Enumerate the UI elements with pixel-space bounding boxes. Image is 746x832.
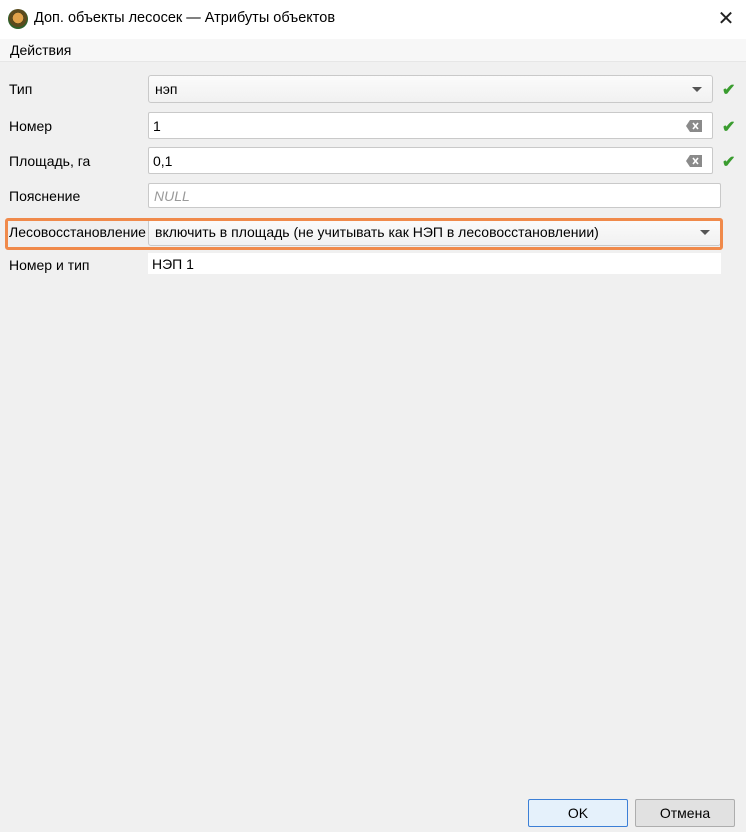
number-label: Номер bbox=[9, 118, 53, 134]
valid-check-icon: ✔ bbox=[722, 119, 736, 136]
note-label: Пояснение bbox=[9, 188, 81, 204]
valid-check-icon: ✔ bbox=[722, 154, 736, 171]
area-value: 0,1 bbox=[153, 153, 173, 169]
number-type-label: Номер и тип bbox=[9, 257, 90, 273]
menu-bar: Действия bbox=[0, 39, 746, 62]
number-type-field: НЭП 1 bbox=[148, 253, 721, 274]
cancel-button[interactable]: Отмена bbox=[635, 799, 735, 827]
note-field[interactable]: NULL bbox=[148, 183, 721, 208]
highlight-frame bbox=[5, 218, 723, 250]
clear-icon[interactable] bbox=[686, 155, 702, 167]
title-bar: Доп. объекты лесосек — Атрибуты объектов… bbox=[0, 0, 746, 39]
area-label: Площадь, га bbox=[9, 153, 91, 169]
note-placeholder: NULL bbox=[154, 188, 190, 204]
type-value: нэп bbox=[155, 81, 178, 97]
valid-check-icon: ✔ bbox=[722, 82, 736, 99]
number-field[interactable]: 1 bbox=[148, 112, 713, 139]
clear-icon[interactable] bbox=[686, 120, 702, 132]
menu-actions[interactable]: Действия bbox=[10, 42, 71, 58]
window-title: Доп. объекты лесосек — Атрибуты объектов bbox=[34, 10, 336, 26]
app-logo-icon bbox=[8, 9, 28, 29]
chevron-down-icon bbox=[692, 87, 702, 92]
type-label: Тип bbox=[9, 81, 33, 97]
close-icon[interactable]: ✕ bbox=[712, 5, 740, 33]
area-field[interactable]: 0,1 bbox=[148, 147, 713, 174]
number-value: 1 bbox=[153, 118, 161, 134]
number-type-value: НЭП 1 bbox=[152, 256, 194, 272]
type-combobox[interactable]: нэп bbox=[148, 75, 713, 103]
ok-button[interactable]: OK bbox=[528, 799, 628, 827]
